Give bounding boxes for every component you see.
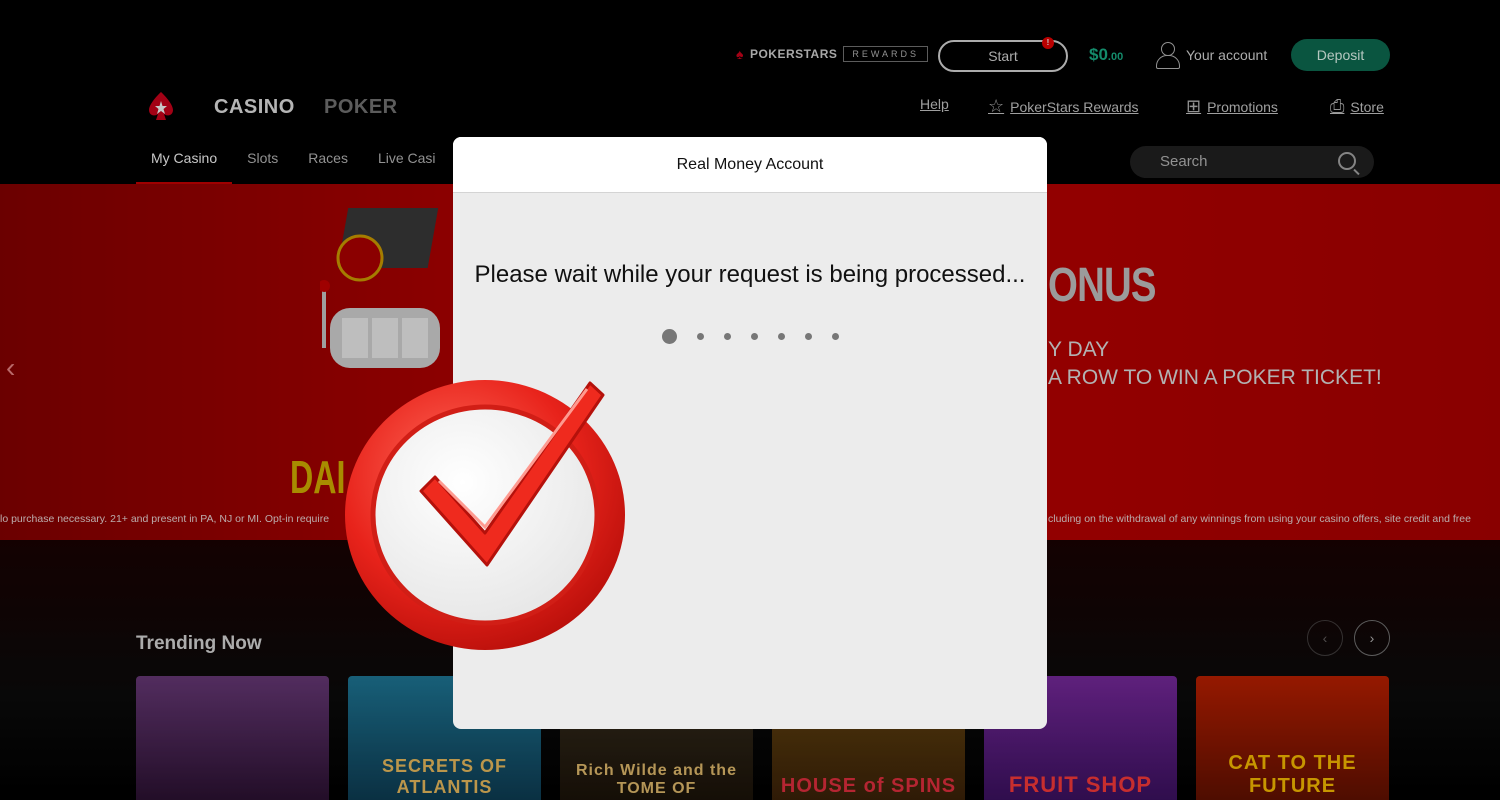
loading-dot [831,333,839,340]
loading-dot [804,333,812,340]
loading-dot [661,329,677,344]
checkmark-badge-icon [345,380,625,650]
loading-indicator [453,329,1047,344]
loading-dot [723,333,731,340]
loading-dot [750,333,758,340]
loading-dot [777,333,785,340]
modal-title: Real Money Account [453,137,1047,193]
loading-dot [696,333,704,340]
processing-message: Please wait while your request is being … [474,261,1026,288]
